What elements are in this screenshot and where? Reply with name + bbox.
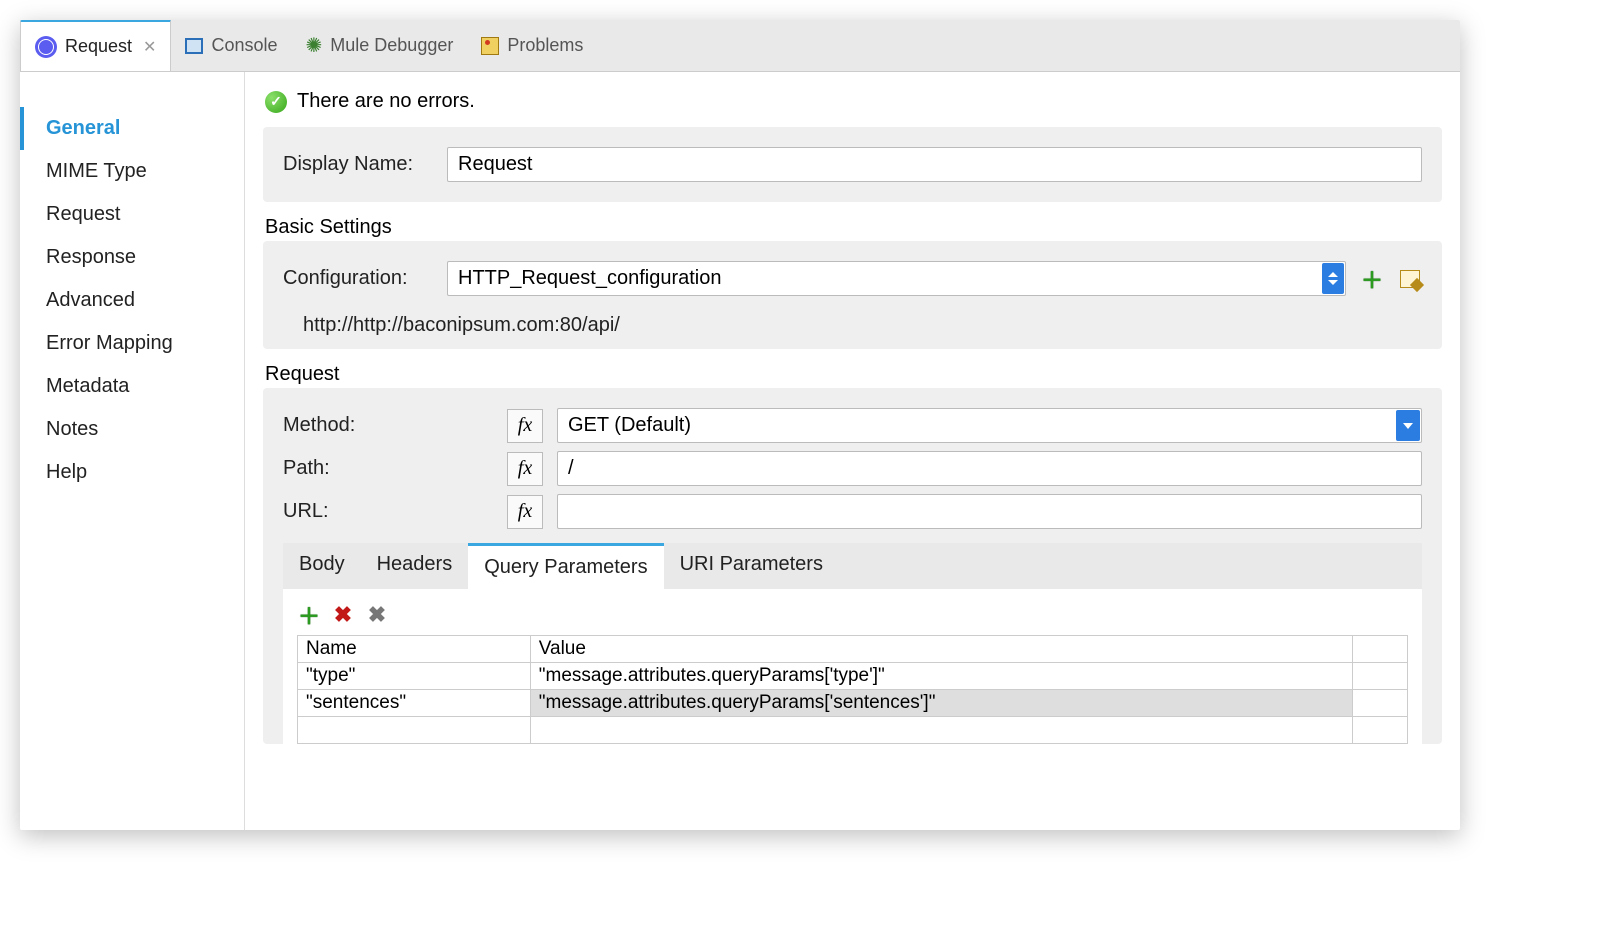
cell-end bbox=[1353, 690, 1408, 717]
plus-icon: ＋ bbox=[1361, 263, 1383, 295]
sidebar-item-help[interactable]: Help bbox=[20, 451, 244, 494]
sidebar: General MIME Type Request Response Advan… bbox=[20, 72, 245, 830]
resolved-url: http://http://baconipsum.com:80/api/ bbox=[283, 304, 1422, 337]
clear-all-button[interactable]: ✖ bbox=[365, 603, 389, 627]
top-tabbar: Request ✕ Console ✺ Mule Debugger Proble… bbox=[20, 20, 1460, 72]
configuration-select[interactable] bbox=[447, 261, 1346, 296]
subtab-uri-parameters[interactable]: URI Parameters bbox=[664, 543, 839, 589]
path-input[interactable] bbox=[557, 451, 1422, 486]
sidebar-item-notes[interactable]: Notes bbox=[20, 408, 244, 451]
cell-value[interactable]: "message.attributes.queryParams['sentenc… bbox=[530, 690, 1352, 717]
close-icon[interactable]: ✕ bbox=[143, 37, 156, 57]
request-title: Request bbox=[245, 355, 1460, 388]
col-value: Value bbox=[530, 636, 1352, 663]
col-end bbox=[1353, 636, 1408, 663]
subtab-body[interactable]: Body bbox=[283, 543, 361, 589]
sidebar-item-general[interactable]: General bbox=[20, 107, 244, 150]
add-row-button[interactable]: ＋ bbox=[297, 603, 321, 627]
sidebar-item-error-mapping[interactable]: Error Mapping bbox=[20, 322, 244, 365]
cell-name[interactable]: "sentences" bbox=[298, 690, 531, 717]
col-name: Name bbox=[298, 636, 531, 663]
tab-label: Request bbox=[65, 36, 132, 57]
sidebar-item-advanced[interactable]: Advanced bbox=[20, 279, 244, 322]
tab-request[interactable]: Request ✕ bbox=[20, 20, 171, 71]
tab-label: Console bbox=[211, 35, 277, 56]
request-subtabs: Body Headers Query Parameters URI Parame… bbox=[283, 543, 1422, 589]
cell-value[interactable]: "message.attributes.queryParams['type']" bbox=[530, 663, 1352, 690]
panel-body: General MIME Type Request Response Advan… bbox=[20, 72, 1460, 830]
spinner-icon[interactable] bbox=[1322, 263, 1344, 294]
bug-icon: ✺ bbox=[306, 33, 323, 58]
chevron-down-icon[interactable] bbox=[1396, 410, 1420, 441]
path-label: Path: bbox=[283, 457, 493, 480]
status-text: There are no errors. bbox=[297, 90, 475, 113]
url-label: URL: bbox=[283, 500, 493, 523]
edit-config-button[interactable] bbox=[1398, 267, 1422, 291]
sidebar-item-response[interactable]: Response bbox=[20, 236, 244, 279]
basic-settings-section: Configuration: ＋ http://http://baconipsu… bbox=[263, 241, 1442, 349]
problems-icon bbox=[481, 37, 499, 55]
subtab-query-parameters[interactable]: Query Parameters bbox=[468, 543, 663, 589]
globe-icon bbox=[35, 36, 57, 58]
edit-icon bbox=[1400, 270, 1420, 288]
x-red-icon: ✖ bbox=[334, 602, 352, 628]
sidebar-item-request[interactable]: Request bbox=[20, 193, 244, 236]
fx-button-path[interactable]: fx bbox=[507, 452, 543, 486]
url-input[interactable] bbox=[557, 494, 1422, 529]
plus-icon: ＋ bbox=[298, 599, 320, 631]
method-select[interactable] bbox=[557, 408, 1422, 443]
delete-row-button[interactable]: ✖ bbox=[331, 603, 355, 627]
status-bar: ✓ There are no errors. bbox=[245, 86, 1460, 127]
display-name-label: Display Name: bbox=[283, 153, 433, 176]
add-config-button[interactable]: ＋ bbox=[1360, 267, 1384, 291]
display-name-input[interactable] bbox=[447, 147, 1422, 182]
configuration-label: Configuration: bbox=[283, 267, 433, 290]
table-toolbar: ＋ ✖ ✖ bbox=[297, 599, 1408, 635]
request-section: Method: fx Path: fx URL: bbox=[263, 388, 1442, 744]
tab-problems[interactable]: Problems bbox=[467, 20, 597, 71]
properties-panel: Request ✕ Console ✺ Mule Debugger Proble… bbox=[20, 20, 1460, 830]
console-icon bbox=[185, 38, 203, 54]
tab-label: Mule Debugger bbox=[330, 35, 453, 56]
table-row[interactable]: "sentences" "message.attributes.queryPar… bbox=[298, 690, 1408, 717]
sidebar-item-mime-type[interactable]: MIME Type bbox=[20, 150, 244, 193]
table-row[interactable]: "type" "message.attributes.queryParams['… bbox=[298, 663, 1408, 690]
sidebar-item-metadata[interactable]: Metadata bbox=[20, 365, 244, 408]
tab-label: Problems bbox=[507, 35, 583, 56]
subtab-headers[interactable]: Headers bbox=[361, 543, 469, 589]
cell-name[interactable]: "type" bbox=[298, 663, 531, 690]
tab-mule-debugger[interactable]: ✺ Mule Debugger bbox=[292, 20, 468, 71]
cell-end bbox=[1353, 663, 1408, 690]
basic-settings-title: Basic Settings bbox=[245, 208, 1460, 241]
cell-name[interactable] bbox=[298, 717, 531, 744]
query-params-panel: ＋ ✖ ✖ Name Value bbox=[283, 589, 1422, 744]
fx-button-url[interactable]: fx bbox=[507, 495, 543, 529]
table-row-empty[interactable] bbox=[298, 717, 1408, 744]
tab-console[interactable]: Console bbox=[171, 20, 291, 71]
cell-end bbox=[1353, 717, 1408, 744]
x-gray-icon: ✖ bbox=[368, 602, 386, 628]
ok-icon: ✓ bbox=[265, 91, 287, 113]
cell-value[interactable] bbox=[530, 717, 1352, 744]
method-label: Method: bbox=[283, 414, 493, 437]
fx-button-method[interactable]: fx bbox=[507, 409, 543, 443]
display-name-section: Display Name: bbox=[263, 127, 1442, 202]
query-params-table: Name Value "type" "message.attributes.qu… bbox=[297, 635, 1408, 744]
main-content: ✓ There are no errors. Display Name: Bas… bbox=[245, 72, 1460, 830]
